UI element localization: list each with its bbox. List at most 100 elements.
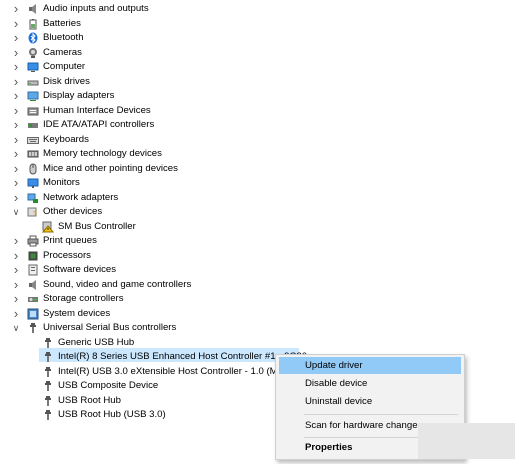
chevron-right-icon[interactable]: › <box>11 263 21 277</box>
usb-icon <box>42 337 54 349</box>
tree-item-label: Monitors <box>43 177 80 188</box>
tree-category-storage-controllers[interactable]: › Storage controllers <box>0 292 519 306</box>
usb-icon <box>42 366 54 378</box>
chevron-down-icon[interactable]: ∨ <box>11 321 21 335</box>
tree-item-label: Print queues <box>43 235 97 246</box>
chevron-right-icon[interactable]: › <box>11 162 21 176</box>
tree-category-print-queues[interactable]: › Print queues <box>0 234 519 248</box>
tree-item-label: Intel(R) 8 Series USB Enhanced Host Cont… <box>58 351 308 362</box>
chevron-right-icon[interactable]: › <box>11 307 21 321</box>
tree-item-label: Mice and other pointing devices <box>43 163 178 174</box>
chevron-right-icon[interactable]: › <box>11 60 21 74</box>
tree-item-label: IDE ATA/ATAPI controllers <box>43 119 155 130</box>
tree-item-label: Human Interface Devices <box>43 105 151 116</box>
chevron-right-icon[interactable]: › <box>11 46 21 60</box>
usb-icon <box>42 395 54 407</box>
tree-category-keyboards[interactable]: › Keyboards <box>0 133 519 147</box>
chevron-down-icon[interactable]: ∨ <box>11 205 21 219</box>
chevron-right-icon[interactable]: › <box>11 31 21 45</box>
tree-category-memory-technology-devices[interactable]: › Memory technology devices <box>0 147 519 161</box>
tree-category-processors[interactable]: › Processors <box>0 249 519 263</box>
window-overlay <box>418 423 515 459</box>
tree-category-cameras[interactable]: › Cameras <box>0 46 519 60</box>
mouse-icon <box>27 163 39 175</box>
tree-item-label: Other devices <box>43 206 103 217</box>
warning-device-icon <box>42 221 54 233</box>
tree-item-label: Software devices <box>43 264 117 275</box>
chevron-right-icon[interactable]: › <box>11 2 21 16</box>
hid-icon <box>27 105 39 117</box>
usb-icon <box>42 351 54 363</box>
tree-item-label: Universal Serial Bus controllers <box>43 322 177 333</box>
menu-item-label: Properties <box>305 442 353 453</box>
chevron-right-icon[interactable]: › <box>11 176 21 190</box>
disk-drive-icon <box>27 76 39 88</box>
monitor-icon <box>27 177 39 189</box>
tree-item-label: USB Composite Device <box>58 380 159 391</box>
svg-text:?: ? <box>33 211 37 218</box>
tree-category-display-adapters[interactable]: › Display adapters <box>0 89 519 103</box>
ide-controller-icon <box>27 119 39 131</box>
menu-item-uninstall-device[interactable]: Uninstall device <box>279 393 461 410</box>
tree-item-label: Network adapters <box>43 192 119 203</box>
tree-category-other-devices[interactable]: ∨? Other devices <box>0 205 519 219</box>
tree-item-label: Display adapters <box>43 90 115 101</box>
tree-category-disk-drives[interactable]: › Disk drives <box>0 75 519 89</box>
tree-item-label: SM Bus Controller <box>58 221 136 232</box>
tree-category-computer[interactable]: › Computer <box>0 60 519 74</box>
tree-category-sound-video-and-game-controllers[interactable]: › Sound, video and game controllers <box>0 278 519 292</box>
tree-child-sm-bus-controller[interactable]: SM Bus Controller <box>0 220 519 234</box>
chevron-right-icon[interactable]: › <box>11 292 21 306</box>
tree-item-label: Memory technology devices <box>43 148 162 159</box>
tree-category-audio-inputs-and-outputs[interactable]: › Audio inputs and outputs <box>0 2 519 16</box>
tree-category-batteries[interactable]: › Batteries <box>0 17 519 31</box>
chevron-right-icon[interactable]: › <box>11 75 21 89</box>
system-device-icon <box>27 308 39 320</box>
tree-item-label: USB Root Hub (USB 3.0) <box>58 409 166 420</box>
storage-controller-icon <box>27 293 39 305</box>
memory-icon <box>27 148 39 160</box>
menu-item-label: Uninstall device <box>305 396 373 407</box>
chevron-right-icon[interactable]: › <box>11 249 21 263</box>
tree-category-ide-ata-atapi-controllers[interactable]: › IDE ATA/ATAPI controllers <box>0 118 519 132</box>
chevron-right-icon[interactable]: › <box>11 147 21 161</box>
tree-item-label: Sound, video and game controllers <box>43 279 192 290</box>
menu-item-update-driver[interactable]: Update driver <box>279 357 461 374</box>
menu-separator <box>304 414 458 415</box>
tree-item-label: Storage controllers <box>43 293 124 304</box>
chevron-right-icon[interactable]: › <box>11 278 21 292</box>
tree-item-label: Batteries <box>43 18 81 29</box>
menu-item-label: Scan for hardware changes <box>305 420 423 431</box>
tree-category-mice-and-other-pointing-devices[interactable]: › Mice and other pointing devices <box>0 162 519 176</box>
menu-item-disable-device[interactable]: Disable device <box>279 375 461 392</box>
tree-item-label: Generic USB Hub <box>58 337 135 348</box>
tree-item-label: Intel(R) USB 3.0 eXtensible Host Control… <box>58 366 312 377</box>
chevron-right-icon[interactable]: › <box>11 133 21 147</box>
chevron-right-icon[interactable]: › <box>11 89 21 103</box>
software-device-icon <box>27 264 39 276</box>
computer-icon <box>27 61 39 73</box>
tree-item-label: System devices <box>43 308 111 319</box>
tree-child-generic-usb-hub[interactable]: Generic USB Hub <box>0 336 519 350</box>
tree-item-label: Bluetooth <box>43 32 84 43</box>
chevron-right-icon[interactable]: › <box>11 191 21 205</box>
tree-category-human-interface-devices[interactable]: › Human Interface Devices <box>0 104 519 118</box>
tree-item-label: Audio inputs and outputs <box>43 3 149 14</box>
chevron-right-icon[interactable]: › <box>11 104 21 118</box>
tree-category-network-adapters[interactable]: › Network adapters <box>0 191 519 205</box>
battery-icon <box>27 18 39 30</box>
menu-item-label: Update driver <box>305 360 363 371</box>
chevron-right-icon[interactable]: › <box>11 118 21 132</box>
usb-icon <box>42 409 54 421</box>
chevron-right-icon[interactable]: › <box>11 234 21 248</box>
speaker-icon <box>27 3 39 15</box>
processor-icon <box>27 250 39 262</box>
tree-category-universal-serial-bus-controllers[interactable]: ∨ Universal Serial Bus controllers <box>0 321 519 335</box>
tree-category-system-devices[interactable]: › System devices <box>0 307 519 321</box>
tree-category-monitors[interactable]: › Monitors <box>0 176 519 190</box>
tree-category-bluetooth[interactable]: › Bluetooth <box>0 31 519 45</box>
network-adapter-icon <box>27 192 39 204</box>
tree-category-software-devices[interactable]: › Software devices <box>0 263 519 277</box>
tree-item-label: Disk drives <box>43 76 90 87</box>
chevron-right-icon[interactable]: › <box>11 17 21 31</box>
